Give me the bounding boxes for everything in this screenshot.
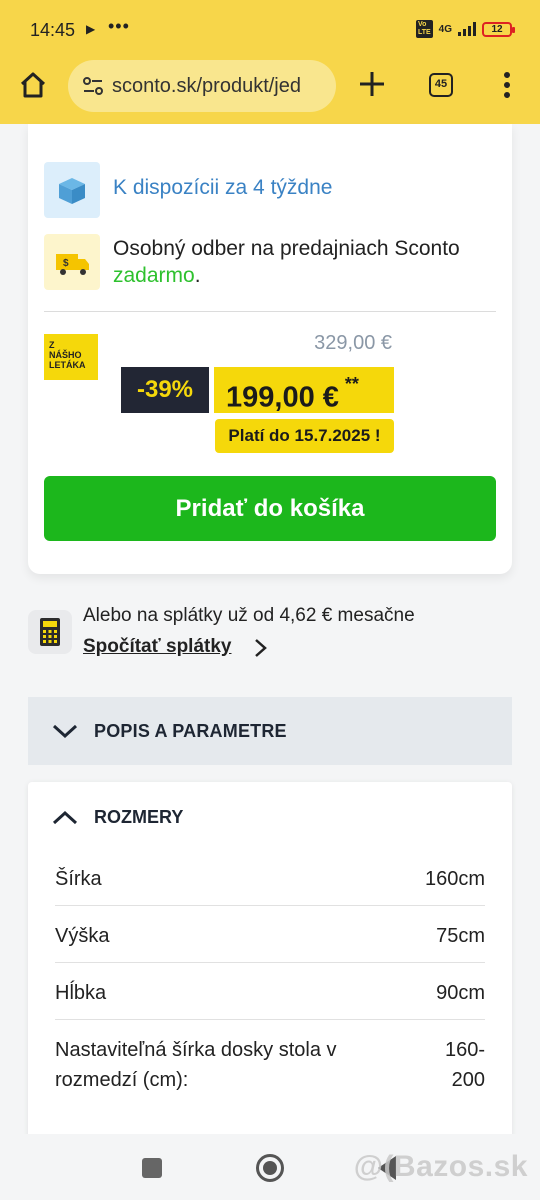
dimension-label: Hĺbka	[55, 982, 107, 1004]
media-play-icon: ▶	[86, 22, 96, 36]
network-type: 4G	[438, 23, 452, 35]
status-bar: 14:45 ▶ ••• Vo LTE 4G 12	[0, 0, 540, 58]
home-button-icon[interactable]	[256, 1154, 284, 1182]
watermark-logo: @(Bazos.sk	[353, 1150, 528, 1183]
divider	[44, 311, 496, 312]
chevron-up-icon[interactable]	[52, 808, 78, 828]
browser-chrome: 14:45 ▶ ••• Vo LTE 4G 12 sconto.sk/produk…	[0, 0, 540, 124]
signal-icon	[458, 22, 476, 36]
new-price-footnote: **	[344, 374, 359, 394]
overflow-menu-icon[interactable]	[500, 71, 514, 99]
new-price: 199,00 € **	[214, 367, 394, 414]
dimension-value: 90cm	[436, 982, 485, 1004]
more-notifications-icon: •••	[108, 16, 130, 36]
calculate-installments-link[interactable]: Spočítať splátky	[83, 636, 231, 658]
dimension-value: 75cm	[436, 925, 485, 947]
status-time: 14:45	[30, 20, 76, 40]
discount-badge: -39%	[121, 367, 209, 413]
pickup-text-main: Osobný odber na predajniach Sconto	[113, 237, 460, 260]
flyer-badge: Z NÁŠHO LETÁKA	[44, 334, 98, 380]
home-icon[interactable]	[18, 70, 48, 100]
volte-icon: Vo LTE	[415, 20, 433, 38]
pickup-text-end: .	[194, 264, 201, 287]
product-purchase-card: K dispozícii za 4 týždne $ Osobný odber …	[28, 124, 512, 574]
dimensions-section: ROZMERY Šírka 160cm Výška 75cm Hĺbka 90c…	[28, 782, 512, 1142]
status-indicators: Vo LTE 4G 12	[415, 20, 515, 38]
dimension-row: Nastaviteľná šírka dosky stola v rozmedz…	[55, 1020, 485, 1110]
dimension-label: Výška	[55, 925, 110, 947]
browser-toolbar: sconto.sk/produkt/jed 45	[0, 58, 540, 114]
svg-text:$: $	[63, 258, 69, 269]
new-tab-icon[interactable]	[356, 68, 388, 100]
availability-text: K dispozícii za 4 týždne	[113, 176, 333, 199]
old-price: 329,00 €	[314, 332, 392, 354]
offer-valid-until: Platí do 15.7.2025 !	[215, 419, 394, 453]
new-price-value: 199,00 €	[226, 381, 339, 414]
url-text[interactable]: sconto.sk/produkt/jed	[112, 75, 328, 98]
dimension-label: Šírka	[55, 868, 102, 890]
chevron-down-icon[interactable]	[52, 721, 78, 741]
address-bar[interactable]: sconto.sk/produkt/jed	[68, 60, 336, 112]
dimension-value: 160-200	[444, 1039, 485, 1091]
pickup-free-text: zadarmo	[113, 264, 195, 287]
flyer-line-1: Z	[49, 340, 55, 350]
system-navigation-bar: @(Bazos.sk	[0, 1134, 540, 1200]
installments-text: Alebo na splátky už od 4,62 € mesačne	[83, 605, 415, 626]
flyer-line-2: NÁŠHO	[49, 350, 82, 360]
pickup-text: Osobný odber na predajniach Sconto zadar…	[113, 235, 493, 289]
battery-icon: 12	[482, 21, 515, 37]
dimension-row: Hĺbka 90cm	[55, 963, 485, 1020]
description-parameters-accordion[interactable]: POPIS A PARAMETRE	[28, 697, 512, 765]
box-icon	[44, 162, 100, 218]
site-settings-icon[interactable]	[82, 76, 104, 96]
recent-apps-icon[interactable]	[142, 1158, 162, 1178]
chevron-right-icon[interactable]	[250, 636, 270, 660]
flyer-line-3: LETÁKA	[49, 360, 86, 370]
delivery-truck-icon: $	[44, 234, 100, 290]
dimension-value: 160cm	[424, 868, 485, 890]
accordion-title[interactable]: POPIS A PARAMETRE	[94, 721, 287, 742]
dimension-row: Výška 75cm	[55, 906, 485, 963]
add-to-cart-button[interactable]: Pridať do košíka	[44, 476, 496, 541]
dimensions-title[interactable]: ROZMERY	[94, 807, 183, 828]
dimension-row: Šírka 160cm	[55, 856, 485, 906]
calculator-icon	[28, 610, 72, 654]
dimension-label: Nastaviteľná šírka dosky stola v rozmedz…	[55, 1039, 337, 1091]
tab-switcher-button[interactable]: 45	[429, 73, 453, 97]
